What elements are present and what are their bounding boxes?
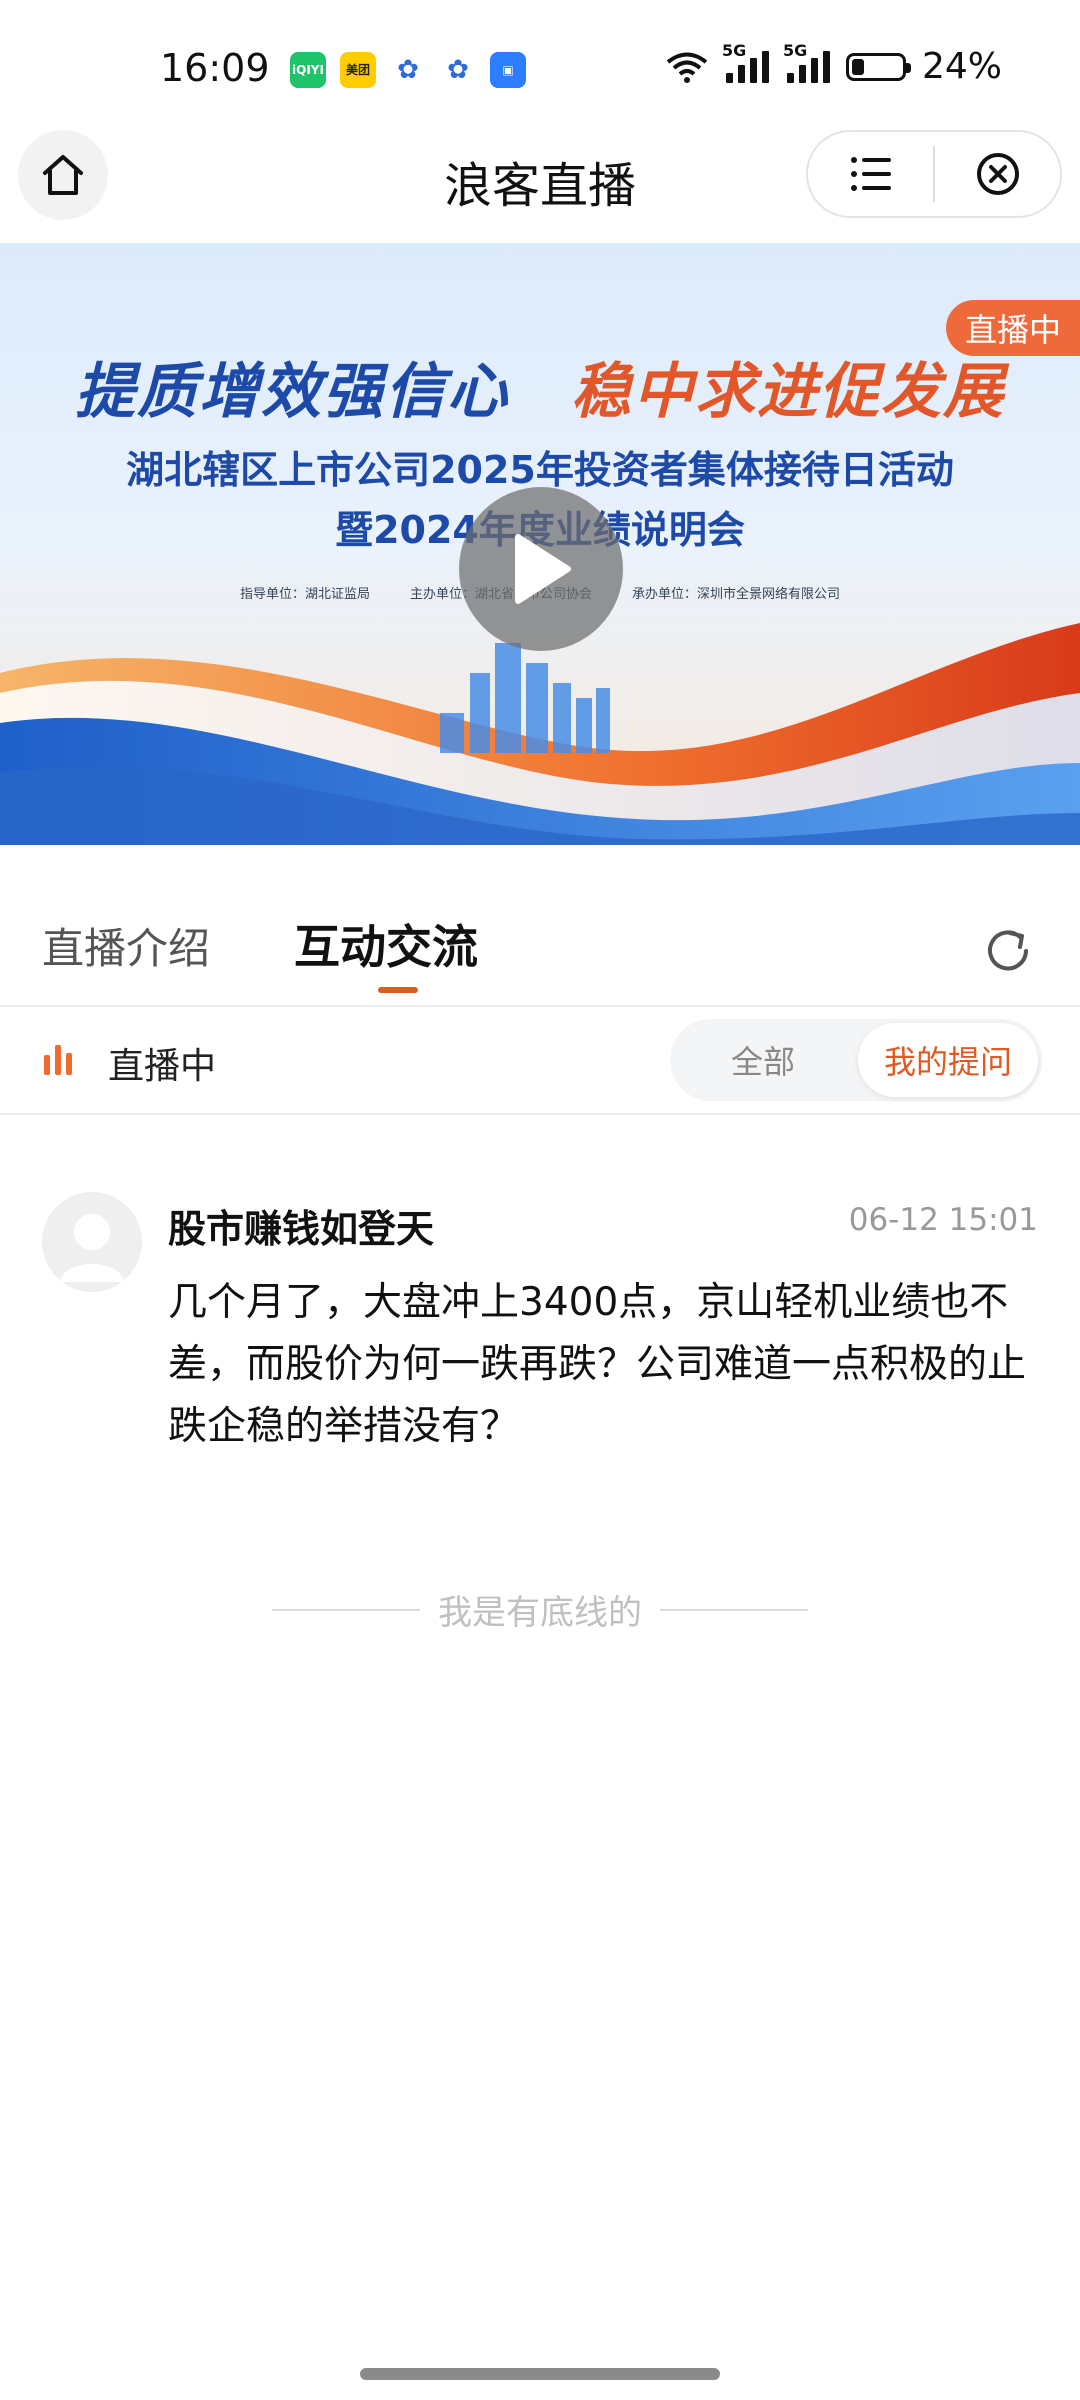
default-avatar-icon [60,1214,124,1282]
question-text: 几个月了，大盘冲上3400点，京山轻机业绩也不差，而股价为何一跌再跌？公司难道一… [168,1280,1027,1449]
tab-interaction[interactable]: 互动交流 [294,911,478,977]
baidu-alt-icon: ✿ [440,52,476,88]
divider [660,1608,808,1611]
refresh-icon[interactable] [980,923,1036,979]
play-button[interactable] [459,487,623,651]
end-of-list-text: 我是有底线的 [438,1593,642,1633]
menu-button[interactable] [808,132,933,216]
live-status-text: 直播中 [108,1046,217,1087]
live-video-banner[interactable]: 提质增效强信心 稳中求进促发展 湖北辖区上市公司2025年投资者集体接待日活动 … [0,243,1080,845]
app-icon: ▣ [490,52,526,88]
baidu-icon: ✿ [390,52,426,88]
close-button[interactable] [935,132,1060,216]
notification-icons: iQIYI 美团 ✿ ✿ ▣ [290,52,526,88]
battery-icon [845,52,911,81]
live-badge: 直播中 [946,300,1080,356]
play-icon [515,534,571,604]
filter-row: 直播中 全部 我的提问 [0,1007,1080,1115]
question-filter-toggle: 全部 我的提问 [670,1019,1042,1101]
avatar [42,1192,142,1292]
filter-my-questions-button[interactable]: 我的提问 [858,1023,1038,1097]
question-username: 股市赚钱如登天 [168,1207,435,1251]
signal-5g-icon: 5G [783,41,830,83]
end-of-list: 我是有底线的 [0,1585,1080,1634]
mini-program-capsule [806,130,1062,218]
signal-5g-icon: 5G [722,41,769,83]
content-tabs: 直播介绍 互动交流 [0,845,1080,1007]
iqiyi-icon: iQIYI [290,52,326,88]
status-time: 16:09 [160,46,270,90]
meituan-icon: 美团 [340,52,376,88]
filter-all-button[interactable]: 全部 [670,1019,856,1101]
status-bar: 16:09 iQIYI 美团 ✿ ✿ ▣ 5G 5G 24% [0,0,1080,140]
top-bar: 浪客直播 [0,130,1080,242]
question-timestamp: 06-12 15:01 [848,1202,1038,1238]
active-tab-indicator [378,987,418,993]
live-bars-icon [44,1043,72,1075]
banner-slogan: 提质增效强信心 稳中求进促发展 [75,357,1005,427]
divider [272,1608,420,1611]
banner-event-title: 湖北辖区上市公司2025年投资者集体接待日活动 [126,448,954,492]
tab-live-intro[interactable]: 直播介绍 [42,915,210,976]
wifi-icon [666,52,708,83]
close-circle-icon [976,153,1019,195]
home-indicator[interactable] [360,2368,720,2380]
battery-percent: 24% [921,46,1002,87]
list-menu-icon [850,157,891,191]
